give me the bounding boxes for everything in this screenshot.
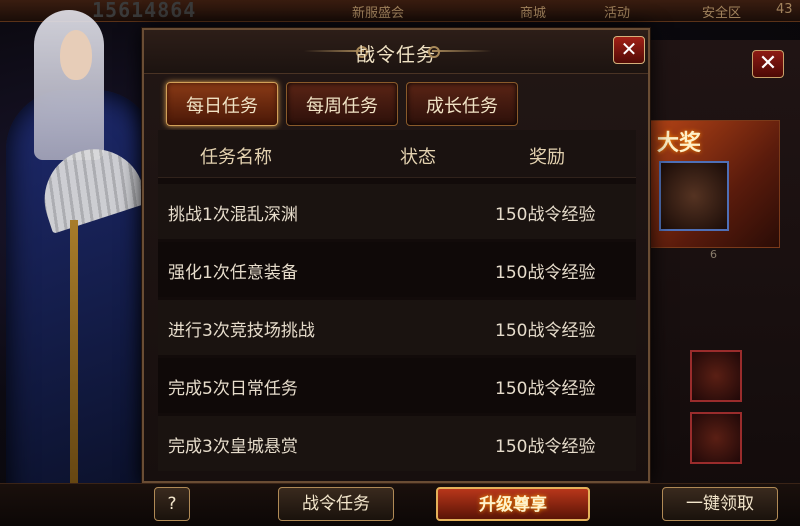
activity-label: 活动 <box>604 6 631 21</box>
hero-face <box>60 30 92 80</box>
help-button[interactable]: ? <box>154 487 190 521</box>
zone-number: 43 <box>776 2 793 17</box>
task-row: 挑战1次混乱深渊 150战令经验 <box>158 184 636 239</box>
background-close-button[interactable]: ✕ <box>752 50 784 78</box>
column-task-name: 任务名称 <box>200 147 272 168</box>
task-reward: 150战令经验 <box>495 379 596 399</box>
title-ornament-right-icon <box>432 50 492 52</box>
task-reward: 150战令经验 <box>495 205 596 225</box>
claim-all-button[interactable]: 一键领取 <box>662 487 778 521</box>
task-name: 完成3次皇城悬赏 <box>168 437 298 457</box>
task-row: 完成5次日常任务 150战令经验 <box>158 358 636 413</box>
column-status: 状态 <box>400 147 436 168</box>
reward-slot-icon[interactable] <box>690 412 742 464</box>
hero-robe-trim <box>70 220 78 520</box>
task-row: 强化1次任意装备 150战令经验 <box>158 242 636 297</box>
reward-count: 6 <box>710 248 717 261</box>
tab-growth-tasks[interactable]: 成长任务 <box>406 82 518 126</box>
tab-weekly-tasks[interactable]: 每周任务 <box>286 82 398 126</box>
grand-prize-label: 大奖 <box>657 131 702 156</box>
task-reward: 150战令经验 <box>495 321 596 341</box>
battle-pass-task-button[interactable]: 战令任务 <box>278 487 394 521</box>
task-reward: 150战令经验 <box>495 263 596 283</box>
dialog-close-button[interactable]: ✕ <box>613 36 645 64</box>
task-name: 强化1次任意装备 <box>168 263 298 283</box>
task-tabs: 每日任务 每周任务 成长任务 <box>166 82 518 126</box>
grand-prize-item-icon <box>659 161 729 231</box>
shop-label: 商城 <box>520 6 547 21</box>
task-name: 进行3次竞技场挑战 <box>168 321 315 341</box>
upgrade-premium-button[interactable]: 升级尊享 <box>436 487 590 521</box>
task-name: 挑战1次混乱深渊 <box>168 205 298 225</box>
task-name: 完成5次日常任务 <box>168 379 298 399</box>
battle-pass-task-dialog: 战令任务 ✕ 每日任务 每周任务 成长任务 任务名称 状态 奖励 挑战1次混乱深… <box>142 28 650 483</box>
reward-slot-icon[interactable] <box>690 350 742 402</box>
task-row: 进行3次竞技场挑战 150战令经验 <box>158 300 636 355</box>
task-table: 任务名称 状态 奖励 挑战1次混乱深渊 150战令经验 强化1次任意装备 150… <box>158 130 636 471</box>
column-reward: 奖励 <box>529 147 565 168</box>
grand-prize-card[interactable]: 大奖 <box>650 120 780 248</box>
dialog-title: 战令任务 <box>355 44 436 66</box>
tab-daily-tasks[interactable]: 每日任务 <box>166 82 278 126</box>
safe-zone-label: 安全区 <box>702 6 742 21</box>
event-label: 新服盛会 <box>352 6 405 21</box>
dialog-title-bar: 战令任务 <box>144 30 648 74</box>
task-reward: 150战令经验 <box>495 437 596 457</box>
task-rows: 挑战1次混乱深渊 150战令经验 强化1次任意装备 150战令经验 进行3次竞技… <box>158 178 636 471</box>
task-table-header: 任务名称 状态 奖励 <box>158 130 636 178</box>
task-row: 完成3次皇城悬赏 150战令经验 <box>158 416 636 471</box>
